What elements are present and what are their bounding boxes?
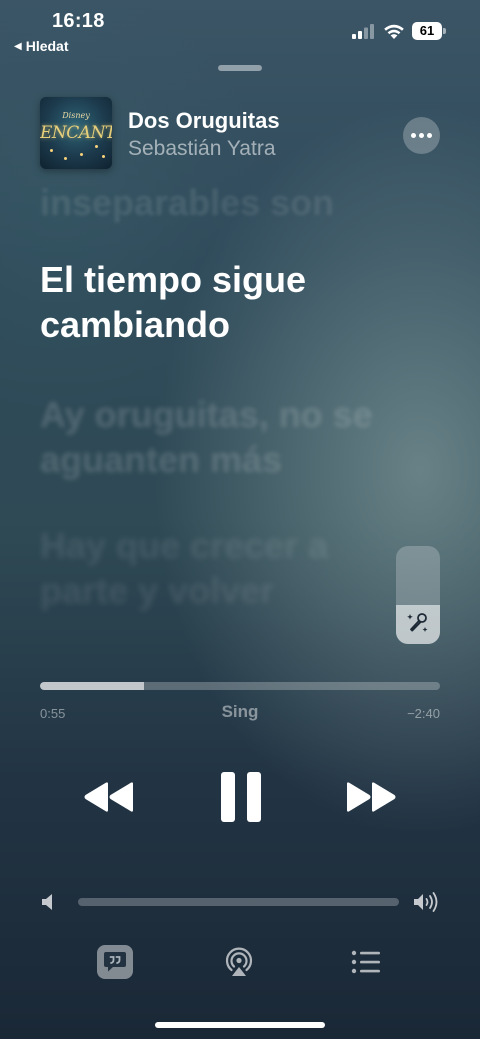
back-triangle-icon: ◀ bbox=[14, 40, 22, 52]
wifi-icon bbox=[384, 24, 404, 39]
playback-progress-bar[interactable] bbox=[40, 682, 440, 690]
lyric-line-current[interactable]: El tiempo sigue cambiando bbox=[40, 257, 400, 347]
remaining-time: −2:40 bbox=[407, 706, 440, 721]
more-options-button[interactable] bbox=[403, 117, 440, 154]
volume-max-icon bbox=[414, 892, 438, 912]
microphone-sparkle-icon bbox=[407, 613, 428, 632]
song-title: Dos Oruguitas bbox=[128, 108, 280, 133]
home-indicator[interactable] bbox=[155, 1022, 325, 1028]
sheet-grabber-handle[interactable] bbox=[218, 65, 262, 71]
album-art-brand: Disney bbox=[62, 111, 90, 120]
battery-percent: 61 bbox=[412, 22, 442, 40]
lyric-line-previous[interactable]: inseparables son bbox=[40, 180, 334, 225]
sing-vocal-slider[interactable] bbox=[396, 546, 440, 644]
cellular-signal-icon bbox=[352, 24, 374, 39]
album-artwork[interactable]: Disney ENCANTO bbox=[40, 97, 112, 169]
lyric-line-next-2[interactable]: Hay que crecer a parte y volver bbox=[40, 523, 400, 613]
lyric-line-next[interactable]: Ay oruguitas, no se aguanten más bbox=[40, 392, 420, 482]
elapsed-time: 0:55 bbox=[40, 706, 66, 721]
ellipsis-dot bbox=[427, 133, 432, 138]
ellipsis-dot bbox=[419, 133, 424, 138]
sing-label: Sing bbox=[221, 702, 259, 721]
volume-slider[interactable] bbox=[78, 898, 399, 906]
queue-list-button[interactable] bbox=[350, 948, 382, 976]
artist-name[interactable]: Sebastián Yatra bbox=[128, 137, 276, 161]
volume-min-icon bbox=[42, 894, 52, 910]
rewind-button[interactable] bbox=[83, 781, 135, 813]
back-label: Hledat bbox=[25, 38, 69, 54]
pause-button[interactable] bbox=[221, 772, 261, 822]
lyrics-bubble-icon bbox=[104, 952, 126, 972]
album-art-title: ENCANTO bbox=[40, 123, 112, 143]
lyrics-button[interactable] bbox=[97, 945, 133, 979]
airplay-button[interactable] bbox=[222, 945, 256, 979]
status-time: 16:18 bbox=[52, 10, 105, 32]
fast-forward-button[interactable] bbox=[345, 781, 397, 813]
battery-indicator: 61 bbox=[412, 22, 446, 41]
playback-progress-fill bbox=[40, 682, 144, 690]
ellipsis-dot bbox=[411, 133, 416, 138]
back-to-search-link[interactable]: ◀ Hledat bbox=[14, 38, 69, 54]
battery-nub bbox=[443, 28, 446, 34]
